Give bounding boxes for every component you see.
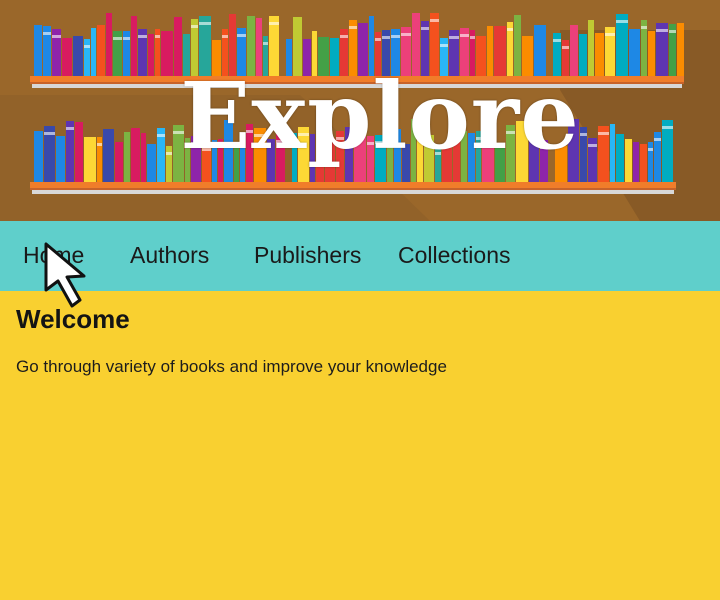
book-spine — [97, 25, 105, 76]
book-band — [391, 35, 400, 38]
shelf-board-bottom-edge — [32, 190, 674, 194]
book-band — [84, 45, 90, 48]
book-band — [430, 19, 439, 22]
book-band — [52, 35, 61, 38]
book-band — [401, 33, 411, 36]
book-spine — [677, 23, 684, 76]
book-band — [669, 30, 676, 33]
book-band — [222, 35, 228, 38]
book-spine — [91, 28, 96, 76]
book-spine — [106, 13, 112, 76]
book-band — [641, 26, 647, 29]
book-spine — [34, 25, 42, 76]
book-band — [340, 35, 348, 38]
book-band — [155, 35, 160, 38]
welcome-text: Go through variety of books and improve … — [16, 357, 447, 376]
book-spine — [616, 14, 628, 76]
mouse-cursor-icon — [44, 242, 86, 308]
book-band — [199, 22, 211, 25]
book-band — [375, 38, 381, 41]
book-band — [421, 27, 429, 30]
book-band — [191, 25, 198, 28]
book-spine — [629, 29, 640, 76]
book-band — [507, 28, 513, 31]
shelf-board-bottom — [30, 182, 676, 190]
book-band — [263, 42, 268, 45]
nav-collections[interactable]: Collections — [398, 239, 511, 271]
main-nav: Home Authors Publishers Collections — [0, 221, 720, 291]
book-band — [382, 36, 390, 39]
book-band — [460, 34, 469, 37]
book-spine — [131, 16, 137, 76]
book-band — [449, 36, 459, 39]
book-band — [269, 22, 279, 25]
book-band — [656, 29, 668, 32]
nav-publishers[interactable]: Publishers — [254, 239, 361, 271]
book-band — [440, 44, 448, 47]
book-band — [349, 26, 357, 29]
book-band — [138, 35, 147, 38]
nav-authors[interactable]: Authors — [130, 239, 209, 271]
book-spine — [588, 20, 594, 76]
hero-banner: Explore — [0, 0, 720, 221]
hero-title: Explore — [180, 62, 580, 170]
book-band — [470, 36, 475, 39]
book-band — [553, 39, 561, 42]
book-band — [113, 37, 122, 40]
book-band — [43, 32, 51, 35]
book-band — [616, 20, 628, 23]
book-band — [123, 37, 130, 40]
book-band — [605, 33, 615, 36]
book-band — [237, 34, 246, 37]
book-band — [562, 46, 569, 49]
